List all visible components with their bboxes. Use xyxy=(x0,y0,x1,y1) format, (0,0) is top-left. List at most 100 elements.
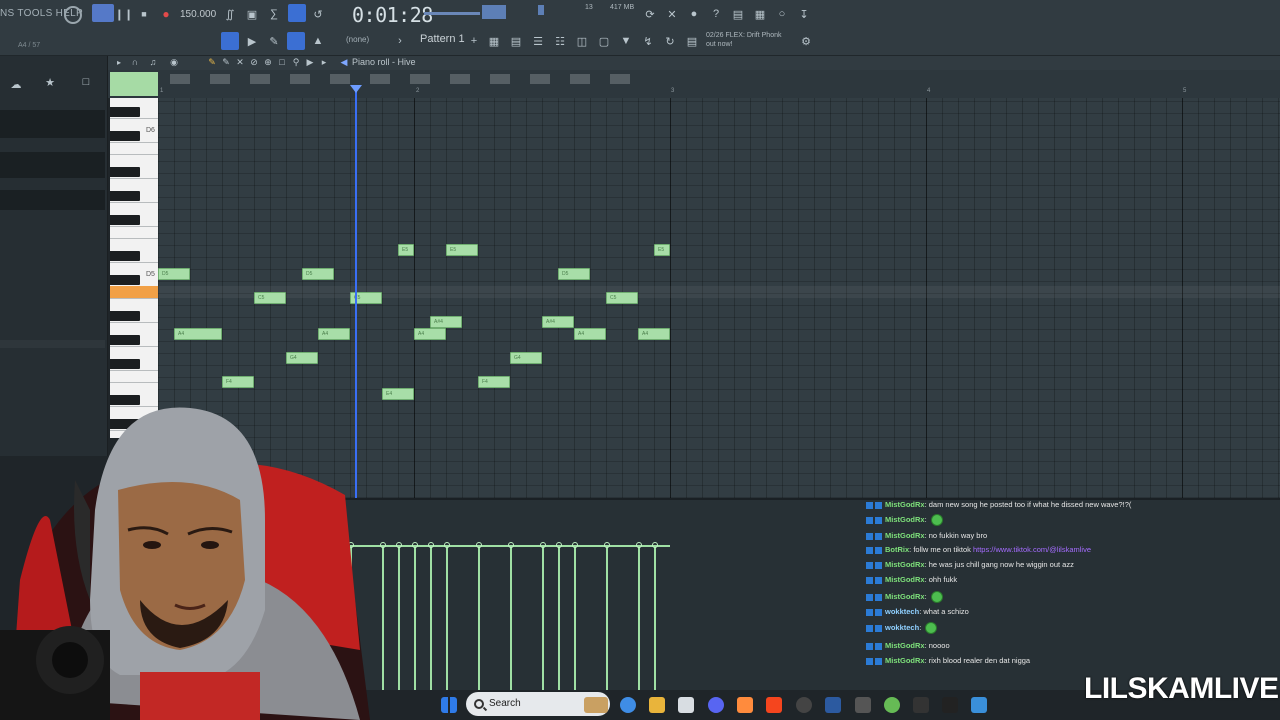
chat-username[interactable]: MistGodRx xyxy=(885,500,925,509)
record-mic-icon[interactable]: ↯ xyxy=(640,33,656,49)
midi-note[interactable]: E4 xyxy=(382,388,414,400)
chat-username[interactable]: BotRix xyxy=(885,545,909,554)
playback-tool-icon[interactable]: ▶ xyxy=(304,56,316,68)
chrome-icon[interactable] xyxy=(884,697,900,713)
midi-note[interactable]: E5 xyxy=(446,244,478,256)
zoom-tool-icon[interactable]: ⚲ xyxy=(290,56,302,68)
save-icon[interactable]: ▤ xyxy=(730,6,746,22)
store-icon[interactable] xyxy=(678,697,694,713)
black-key[interactable] xyxy=(110,215,140,225)
steam-icon[interactable] xyxy=(825,697,841,713)
microphone-icon[interactable]: ● xyxy=(686,6,702,22)
browser-list-item[interactable] xyxy=(0,190,105,210)
chat-username[interactable]: wokktech xyxy=(885,623,919,632)
browser-icon[interactable]: ☷ xyxy=(552,33,568,49)
chevron-right-icon[interactable]: › xyxy=(392,33,408,49)
news-panel[interactable]: 02/26 FLEX: Drift Phonk out now! xyxy=(706,31,796,49)
chat-username[interactable]: wokktech xyxy=(885,607,919,616)
pencil-icon[interactable]: ✎ xyxy=(266,33,282,49)
velocity-bar[interactable] xyxy=(510,546,512,690)
tempo-display[interactable]: 150.000 xyxy=(180,9,216,20)
velocity-bar[interactable] xyxy=(606,546,608,690)
cloud-icon[interactable]: ☁ xyxy=(8,76,24,92)
chat-username[interactable]: MistGodRx xyxy=(885,560,925,569)
velocity-handle[interactable] xyxy=(556,542,562,548)
midi-note[interactable]: A4 xyxy=(638,328,670,340)
fl-studio-icon[interactable] xyxy=(737,697,753,713)
velocity-handle[interactable] xyxy=(412,542,418,548)
4k-downloader-icon[interactable] xyxy=(913,697,929,713)
black-key[interactable] xyxy=(110,311,140,321)
file-explorer-icon[interactable] xyxy=(649,697,665,713)
panic-icon[interactable]: ✕ xyxy=(664,6,680,22)
touch-keyboard-icon[interactable]: ▤ xyxy=(684,33,700,49)
channel-select[interactable]: (none) xyxy=(346,35,369,44)
piano-roll-menu-icon[interactable]: ▸ xyxy=(114,56,124,68)
midi-note[interactable]: A4 xyxy=(574,328,606,340)
velocity-handle[interactable] xyxy=(604,542,610,548)
midi-note[interactable]: F4 xyxy=(478,376,510,388)
midi-note[interactable]: E5 xyxy=(398,244,414,256)
midi-note[interactable]: D5 xyxy=(558,268,590,280)
countdown-icon[interactable]: ∑ xyxy=(266,6,282,22)
plugin-icon[interactable]: ▦ xyxy=(752,6,768,22)
download-icon[interactable]: ↧ xyxy=(796,6,812,22)
browser-list-item[interactable] xyxy=(0,110,105,138)
browser-list-item[interactable] xyxy=(0,340,105,348)
midi-note[interactable]: A4 xyxy=(414,328,446,340)
tuner-icon[interactable]: ▼ xyxy=(618,33,634,49)
black-key[interactable] xyxy=(110,167,140,177)
project-icon[interactable]: ▢ xyxy=(596,33,612,49)
midi-note[interactable]: D5 xyxy=(158,268,190,280)
wait-record-icon[interactable]: ▣ xyxy=(244,6,260,22)
midi-note[interactable]: C5 xyxy=(606,292,638,304)
velocity-handle[interactable] xyxy=(476,542,482,548)
velocity-handle[interactable] xyxy=(508,542,514,548)
slice-tool-icon[interactable]: ⊕ xyxy=(262,56,274,68)
midi-note[interactable]: D5 xyxy=(302,268,334,280)
brave-icon[interactable] xyxy=(766,697,782,713)
midi-note[interactable]: E5 xyxy=(654,244,670,256)
velocity-bar[interactable] xyxy=(542,546,544,690)
black-key[interactable] xyxy=(110,335,140,345)
link-tool-button[interactable] xyxy=(287,32,305,50)
playhead-marker-icon[interactable] xyxy=(350,85,362,93)
midi-note[interactable]: A#4 xyxy=(542,316,574,328)
chat-username[interactable]: MistGodRx xyxy=(885,575,925,584)
midi-note[interactable]: G4 xyxy=(286,352,318,364)
piano-roll-icon[interactable]: ☰ xyxy=(530,33,546,49)
refresh-icon[interactable]: ⟳ xyxy=(642,6,658,22)
search-highlight-icon[interactable] xyxy=(584,697,608,713)
velocity-handle[interactable] xyxy=(444,542,450,548)
snap-magnet-icon[interactable]: ∩ xyxy=(130,56,140,68)
chat-username[interactable]: MistGodRx xyxy=(885,656,925,665)
windows-start-icon[interactable] xyxy=(441,697,457,713)
channel-arrow-icon[interactable]: ◀ xyxy=(338,56,350,68)
mixer-icon[interactable]: ▦ xyxy=(486,33,502,49)
stop-icon[interactable]: ■ xyxy=(136,6,152,22)
stamp-icon[interactable]: ◉ xyxy=(168,56,180,68)
delete-tool-icon[interactable]: ✕ xyxy=(234,56,246,68)
piano-roll-title[interactable]: Piano roll - Hive xyxy=(352,57,416,67)
velocity-bar[interactable] xyxy=(638,546,640,690)
chat-username[interactable]: MistGodRx xyxy=(885,531,925,540)
folder-icon[interactable]: □ xyxy=(78,74,94,90)
step-edit-toggle[interactable] xyxy=(288,4,306,22)
channel-rack-icon[interactable]: ▤ xyxy=(508,33,524,49)
draw-tool-icon[interactable]: ✎ xyxy=(206,56,218,68)
select-tool-icon[interactable]: □ xyxy=(276,56,288,68)
telegram-icon[interactable] xyxy=(971,697,987,713)
paint-tool-icon[interactable]: ✎ xyxy=(220,56,232,68)
velocity-bar[interactable] xyxy=(414,546,416,690)
capcut-icon[interactable] xyxy=(942,697,958,713)
metronome-icon[interactable]: ∬ xyxy=(222,6,238,22)
velocity-bar[interactable] xyxy=(654,546,656,690)
midi-note[interactable]: G4 xyxy=(510,352,542,364)
song-position-time[interactable]: 0:01:28 xyxy=(352,3,433,27)
add-pattern-icon[interactable]: + xyxy=(466,33,482,49)
midi-note[interactable]: C5 xyxy=(254,292,286,304)
velocity-bar[interactable] xyxy=(446,546,448,690)
pattern-song-toggle[interactable] xyxy=(92,4,114,22)
velocity-handle[interactable] xyxy=(652,542,658,548)
pause-icon[interactable]: ❙❙ xyxy=(115,6,133,22)
